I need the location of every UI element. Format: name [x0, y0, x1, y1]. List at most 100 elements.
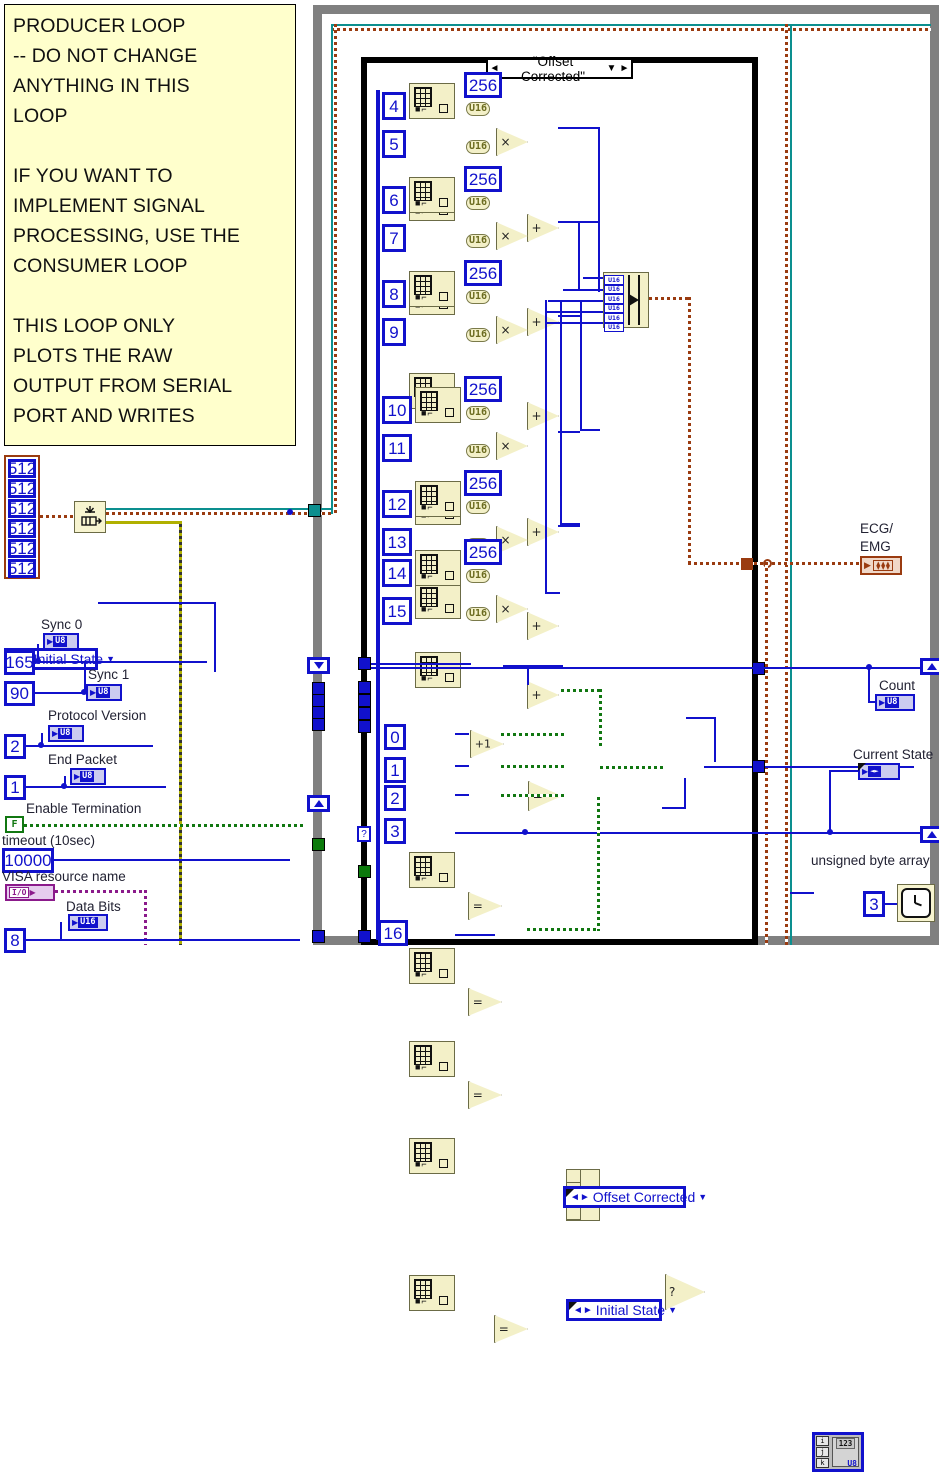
case-tunnel-1[interactable] [358, 681, 371, 694]
wait-constant[interactable]: 3 [863, 891, 885, 917]
sync0-terminal[interactable]: ▶ U8 [43, 633, 79, 650]
index-constant-hi-0[interactable]: 4 [382, 92, 406, 120]
equal-node-1[interactable]: = [468, 988, 502, 1016]
multiplier-constant-4[interactable]: 256 [464, 470, 502, 496]
index-array-node-hi-5[interactable]: ■⌐ [415, 550, 461, 586]
array-element-4[interactable]: 512 [8, 539, 36, 558]
multiply-node-2[interactable]: × [496, 316, 528, 344]
select-node[interactable]: ? [665, 1274, 705, 1310]
case-selector-terminal[interactable]: ? [357, 826, 371, 842]
chevron-down-icon[interactable]: ▼ [698, 1192, 707, 1202]
case-tunnel-0[interactable] [358, 657, 371, 670]
lower-index-array-3[interactable]: ■⌐ [409, 1138, 455, 1174]
multiply-node-1[interactable]: × [496, 222, 528, 250]
offset-corrected-enum-constant[interactable]: ◄► Offset Corrected ▼ [563, 1186, 707, 1208]
protocol-version-constant[interactable]: 2 [4, 734, 26, 759]
index-constant-lo-5[interactable]: 15 [382, 597, 412, 625]
queue-size-array-constant[interactable]: 512 512 512 512 512 512 [4, 455, 40, 579]
equal-node-0[interactable]: = [468, 892, 502, 920]
index-array-node-lo-5[interactable]: ■⌐ [415, 652, 461, 688]
right-shift-register[interactable] [920, 658, 939, 675]
loop-tunnel-4[interactable] [312, 930, 325, 943]
wire-bundle-in-4 [545, 322, 605, 324]
sync1-constant[interactable]: 90 [4, 681, 35, 706]
index-array-node-hi-4[interactable]: ■⌐ [415, 481, 461, 517]
index-array-node-hi-0[interactable]: ■⌐ [409, 83, 455, 119]
sync0-constant[interactable]: 165 [4, 650, 35, 675]
case-tunnel-5[interactable] [358, 930, 371, 943]
lower-index-array-1[interactable]: ■⌐ [409, 948, 455, 984]
initial-state-enum-constant[interactable]: ◄► Initial State ▼ [566, 1299, 677, 1321]
index-array-node-hi-2[interactable]: ■⌐ [409, 271, 455, 307]
increment-node[interactable]: +1 [470, 730, 504, 758]
build-array-node[interactable]: U16 U16 U16 U16 U16 U16 [603, 272, 649, 332]
index-constant-lo-1[interactable]: 7 [382, 224, 406, 252]
lower-index-array-0[interactable]: ■⌐ [409, 852, 455, 888]
array-element-3[interactable]: 512 [8, 519, 36, 538]
obtain-queue-vi[interactable] [74, 501, 106, 533]
array-element-2[interactable]: 512 [8, 499, 36, 518]
wait-ms-vi[interactable] [897, 884, 935, 922]
multiplier-constant-5[interactable]: 256 [464, 539, 502, 565]
index-constant-hi-1[interactable]: 6 [382, 186, 406, 214]
wire-increment-in [371, 663, 471, 665]
case-next-arrow-icon[interactable]: ► [618, 63, 631, 74]
queue-tunnel-loop[interactable] [308, 504, 321, 517]
multiply-node-0[interactable]: × [496, 128, 528, 156]
index-constant-hi-3[interactable]: 10 [382, 396, 412, 424]
visa-resource-terminal[interactable]: I/O ▶ [5, 884, 55, 901]
lower-index-constant-0[interactable]: 0 [384, 724, 406, 750]
loop-tunnel-3[interactable] [312, 718, 325, 731]
unsigned-byte-array-indicator[interactable]: i j k 123 U8 [812, 1432, 864, 1472]
chevron-down-icon[interactable]: ▼ [605, 63, 618, 74]
data-bits-constant[interactable]: 8 [4, 928, 26, 953]
unsigned-byte-array-label: unsigned byte array [811, 853, 930, 868]
multiplier-constant-3[interactable]: 256 [464, 376, 502, 402]
end-packet-terminal[interactable]: ▶ U8 [70, 768, 106, 785]
loop-tunnel-green[interactable] [312, 838, 325, 851]
protocol-version-terminal[interactable]: ▶ U8 [48, 725, 84, 742]
lower-index-constant-16[interactable]: 16 [378, 920, 408, 946]
index-constant-hi-2[interactable]: 8 [382, 280, 406, 308]
right-shift-register-lower[interactable] [920, 826, 939, 843]
wire-to-ecg-terminal [688, 562, 863, 565]
multiplier-constant-1[interactable]: 256 [464, 166, 502, 192]
case-tunnel-2[interactable] [358, 694, 371, 707]
multiply-node-3[interactable]: × [496, 432, 528, 460]
equal-node-16[interactable]: = [494, 1315, 528, 1343]
ecg-emg-indicator[interactable]: ▶ ⧫⧫⧫ [860, 556, 902, 575]
add-node-5[interactable]: + [527, 681, 559, 709]
end-packet-constant[interactable]: 1 [4, 775, 26, 800]
lower-index-constant-2[interactable]: 2 [384, 785, 406, 811]
sync1-terminal[interactable]: ▶ U8 [86, 684, 122, 701]
lower-index-array-2[interactable]: ■⌐ [409, 1041, 455, 1077]
lower-index-constant-3[interactable]: 3 [384, 818, 406, 844]
array-element-5[interactable]: 512 [8, 559, 36, 578]
multiplier-constant-2[interactable]: 256 [464, 260, 502, 286]
junction-idx3 [522, 829, 528, 835]
case-tunnel-4[interactable] [358, 720, 371, 733]
array-element-1[interactable]: 512 [8, 479, 36, 498]
select-out-tunnel[interactable] [752, 760, 765, 773]
wire-count-in [868, 701, 877, 703]
shift-register-top-inner[interactable] [307, 657, 330, 674]
lower-index-constant-1[interactable]: 1 [384, 757, 406, 783]
index-constant-lo-3[interactable]: 11 [382, 434, 412, 462]
index-constant-lo-2[interactable]: 9 [382, 318, 406, 346]
array-element-0[interactable]: 512 [8, 459, 36, 478]
case-tunnel-green[interactable] [358, 865, 371, 878]
index-array-node-hi-1[interactable]: ■⌐ [409, 177, 455, 213]
enable-termination-constant[interactable]: F [5, 816, 24, 833]
index-constant-hi-5[interactable]: 14 [382, 559, 412, 587]
index-constant-hi-4[interactable]: 12 [382, 490, 412, 518]
multiplier-constant-0[interactable]: 256 [464, 72, 502, 98]
index-array-node-hi-3[interactable]: ■⌐ [415, 387, 461, 423]
shift-register-bottom[interactable] [307, 795, 330, 812]
index-constant-lo-0[interactable]: 5 [382, 130, 406, 158]
lower-index-array-16[interactable]: ■⌐ [409, 1275, 455, 1311]
case-tunnel-3[interactable] [358, 707, 371, 720]
equal-node-2[interactable]: = [468, 1081, 502, 1109]
multiply-node-5[interactable]: × [496, 595, 528, 623]
data-bits-terminal[interactable]: ▶ U16 [68, 914, 108, 931]
count-indicator[interactable]: ▶ U8 [875, 694, 915, 711]
